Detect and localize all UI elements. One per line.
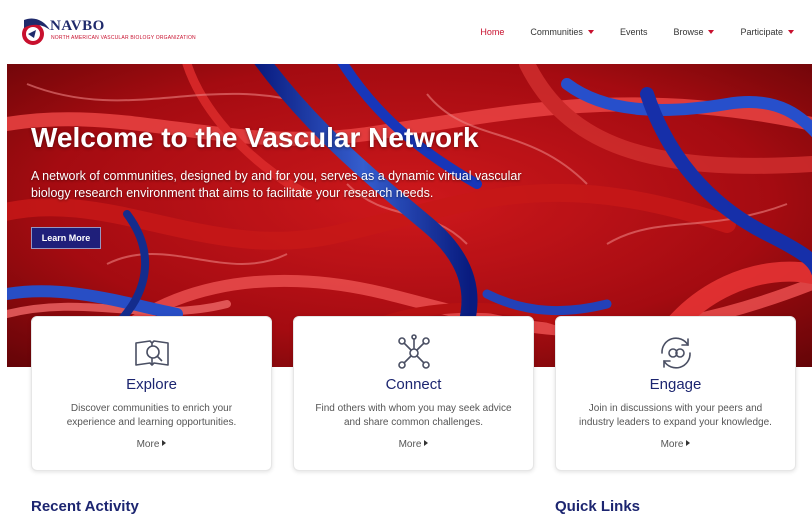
nav-home[interactable]: Home [480,27,504,37]
hero-description: A network of communities, designed by an… [31,169,522,200]
caret-right-icon [686,440,691,446]
nav-home-label: Home [480,27,505,37]
connect-card[interactable]: Connect Find others with whom you may se… [293,316,534,471]
explore-card[interactable]: Explore Discover communities to enrich y… [31,316,272,471]
navbo-logo[interactable]: NAVBO NORTH AMERICAN VASCULAR BIOLOGY OR… [20,14,196,52]
caret-right-icon [424,440,429,446]
chevron-down-icon [788,30,794,34]
nav-browse[interactable]: Browse [673,27,715,37]
logo-tagline: NORTH AMERICAN VASCULAR BIOLOGY ORGANIZA… [51,35,196,41]
logo-text: NAVBO [50,18,105,34]
navbo-logo-icon [22,18,50,45]
recent-activity-heading: Recent Activity [31,498,139,515]
card-description: Discover communities to enrich your expe… [66,403,237,428]
engage-cycle-icon [660,337,691,369]
caret-right-icon [162,440,167,446]
chevron-down-icon [708,30,715,34]
quick-links-heading: Quick Links [555,498,641,515]
more-label: More [398,439,422,450]
card-title: Explore [126,376,177,393]
nav-browse-label: Browse [673,27,704,37]
card-title: Engage [649,376,702,393]
more-label: More [660,439,684,450]
more-label: More [136,439,160,450]
search-book-icon [134,340,169,366]
learn-more-button[interactable]: Learn More [31,227,101,249]
nav-participate-label: Participate [740,27,783,37]
card-description: Find others with whom you may seek advic… [315,403,512,428]
nav-events-label: Events [619,27,648,37]
hero-title: Welcome to the Vascular Network [31,122,479,153]
network-nodes-icon [397,334,430,369]
explore-more-link[interactable]: More [32,439,271,450]
engage-card[interactable]: Engage Join in discussions with your pee… [555,316,796,471]
site-header: NAVBO NORTH AMERICAN VASCULAR BIOLOGY OR… [0,0,812,64]
nav-communities[interactable]: Communities [530,27,594,37]
nav-events[interactable]: Events [620,27,648,37]
connect-more-link[interactable]: More [294,439,533,450]
engage-more-link[interactable]: More [556,439,795,450]
card-title: Connect [385,376,442,393]
nav-participate[interactable]: Participate [740,27,794,37]
card-description: Join in discussions with your peers and … [579,403,772,428]
chevron-down-icon [587,30,594,34]
main-nav: Home Communities Events Browse Participa… [454,0,794,64]
nav-communities-label: Communities [530,27,583,37]
